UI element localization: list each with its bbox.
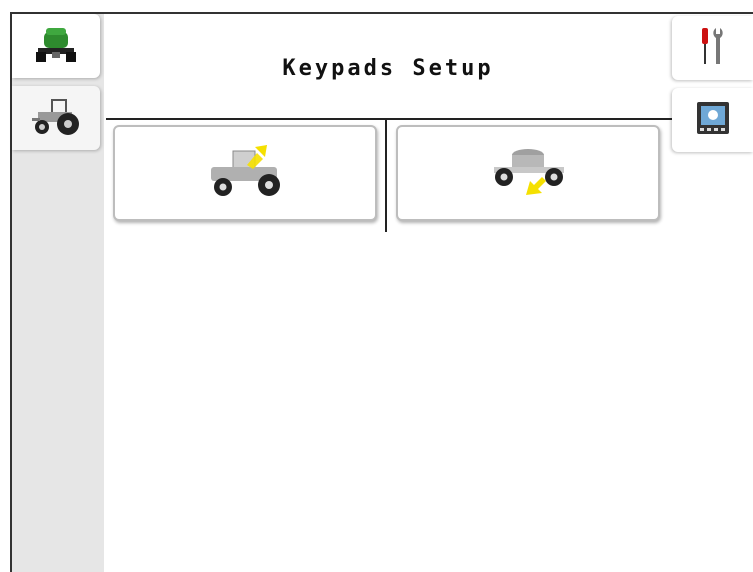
tractor-keypad-button[interactable]	[113, 125, 377, 221]
frame-top-border	[10, 12, 753, 14]
page-title: Keypads Setup	[282, 56, 494, 81]
tractor-keypad-icon	[203, 139, 287, 207]
tools-icon	[697, 24, 729, 72]
implement-keypad-button[interactable]	[396, 125, 660, 221]
screen-frame	[0, 0, 753, 572]
header-divider	[106, 118, 672, 120]
tools-tab[interactable]	[672, 16, 753, 80]
implement-keypad-icon	[486, 139, 570, 207]
sidebar-tab-tractor[interactable]	[12, 86, 100, 150]
implement-vehicle-icon	[32, 22, 80, 70]
tractor-icon	[28, 94, 84, 142]
display-tab[interactable]	[672, 88, 753, 152]
column-divider	[385, 118, 387, 232]
display-screen-icon	[695, 100, 731, 140]
sidebar-tab-implement[interactable]	[12, 14, 100, 78]
